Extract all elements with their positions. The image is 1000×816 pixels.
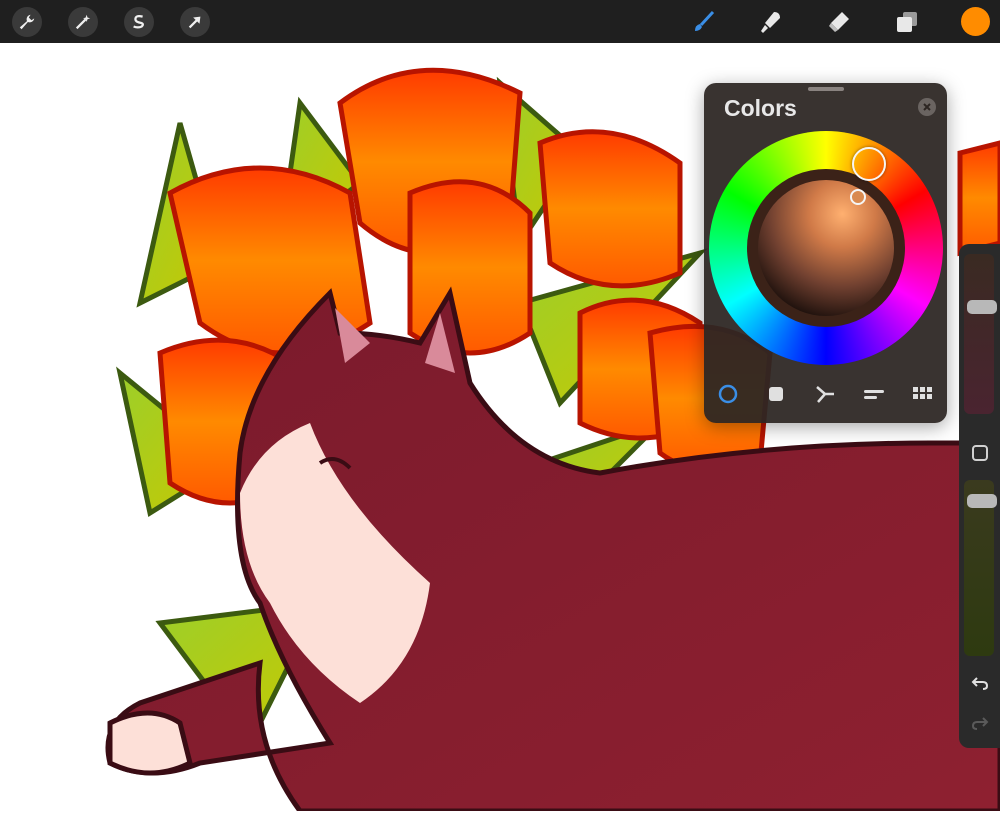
selection-icon[interactable] <box>124 7 154 37</box>
color-selector[interactable] <box>850 189 866 205</box>
hue-selector[interactable] <box>852 147 886 181</box>
panel-grabber[interactable] <box>808 87 844 91</box>
active-color-swatch[interactable] <box>961 7 990 36</box>
wrench-icon[interactable] <box>12 7 42 37</box>
palettes-mode-icon[interactable] <box>908 379 938 409</box>
smudge-icon[interactable] <box>755 6 787 38</box>
top-toolbar <box>0 0 1000 43</box>
colors-panel: Colors <box>704 83 947 423</box>
hue-ring[interactable] <box>709 131 943 365</box>
harmony-mode-icon[interactable] <box>810 379 840 409</box>
panel-title: Colors <box>724 95 797 121</box>
magic-wand-icon[interactable] <box>68 7 98 37</box>
undo-icon[interactable] <box>965 670 995 696</box>
classic-mode-icon[interactable] <box>761 379 791 409</box>
eraser-icon[interactable] <box>823 6 855 38</box>
opacity-slider[interactable] <box>964 480 997 656</box>
brush-icon[interactable] <box>688 6 720 38</box>
close-icon[interactable] <box>918 98 936 116</box>
saturation-brightness-disc[interactable] <box>758 180 894 316</box>
opacity-handle[interactable] <box>967 494 997 508</box>
hue-ring-inner <box>747 169 905 327</box>
modify-square-icon[interactable] <box>965 440 995 466</box>
brush-size-slider[interactable] <box>964 254 997 414</box>
disc-mode-icon[interactable] <box>713 379 743 409</box>
side-bar <box>959 244 1000 748</box>
redo-icon[interactable] <box>965 710 995 736</box>
value-mode-icon[interactable] <box>859 379 889 409</box>
color-mode-tabs <box>704 379 947 409</box>
brush-size-handle[interactable] <box>967 300 997 314</box>
layers-icon[interactable] <box>891 6 923 38</box>
move-arrow-icon[interactable] <box>180 7 210 37</box>
